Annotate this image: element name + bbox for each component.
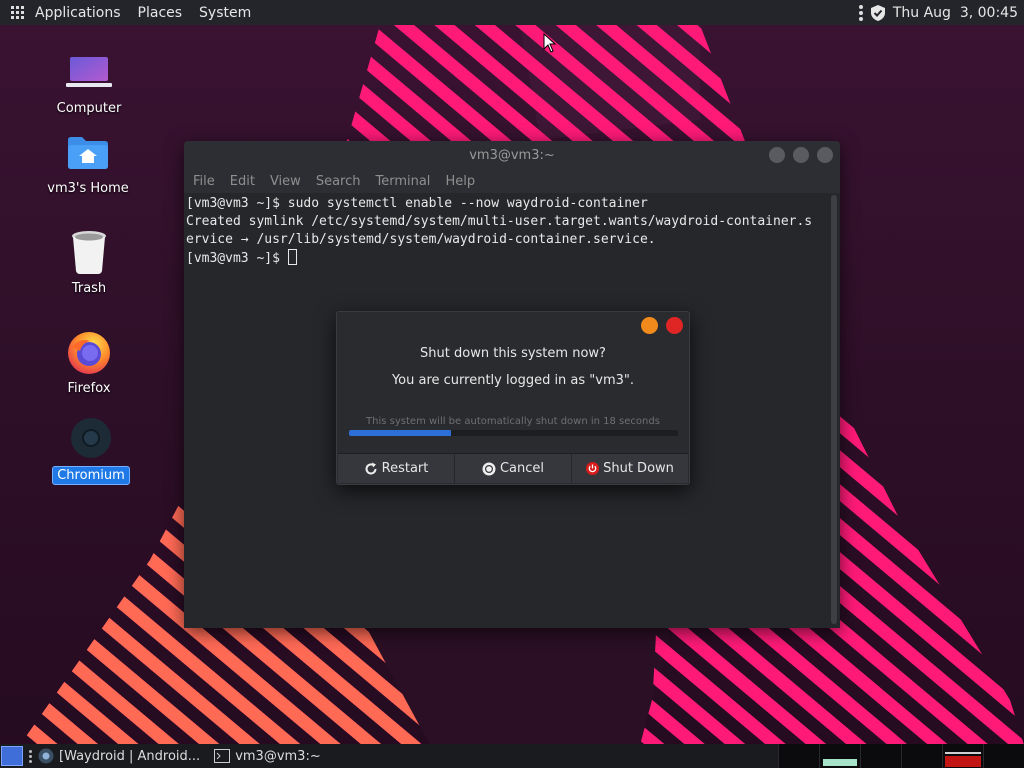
desktop-icon-label: Trash: [71, 281, 107, 296]
desktop-icon-label: Computer: [56, 101, 122, 116]
top-panel: Applications Places System Thu Aug 3, 00…: [0, 0, 1024, 25]
countdown-progress-fill: [349, 430, 451, 436]
workspace-5[interactable]: [942, 744, 983, 768]
applications-grid-icon[interactable]: [11, 5, 25, 20]
bottom-taskbar: [Waydroid | Android... vm3@vm3:~: [0, 744, 1024, 768]
menu-system[interactable]: System: [199, 5, 251, 21]
dialog-title: Shut down this system now?: [420, 346, 606, 361]
terminal-prompt-line: [vm3@vm3 ~]$: [186, 249, 826, 268]
close-button[interactable]: [817, 147, 833, 163]
maximize-button[interactable]: [793, 147, 809, 163]
terminal-scrollbar[interactable]: [831, 195, 837, 624]
menu-terminal[interactable]: Terminal: [375, 174, 430, 189]
desktop-icon-chromium[interactable]: Chromium: [36, 412, 146, 485]
firefox-icon: [68, 332, 110, 374]
countdown-progress-bar: [349, 430, 678, 436]
home-folder-icon: [68, 137, 108, 169]
restart-button[interactable]: Restart: [338, 454, 455, 483]
menu-applications[interactable]: Applications: [35, 5, 121, 21]
taskbar-task-label: [Waydroid | Android...: [59, 748, 201, 764]
terminal-icon: [214, 749, 231, 763]
mouse-pointer-icon: [543, 33, 557, 53]
desktop-icon-home[interactable]: vm3's Home: [33, 126, 143, 197]
menu-help[interactable]: Help: [445, 174, 475, 189]
chromium-icon: [71, 418, 111, 458]
taskbar-handle-icon: [29, 749, 32, 763]
workspace-3[interactable]: [860, 744, 901, 768]
chromium-icon: [38, 748, 54, 764]
taskbar-task-terminal[interactable]: vm3@vm3:~: [214, 749, 321, 764]
terminal-title: vm3@vm3:~: [469, 147, 555, 163]
dialog-minimize-button[interactable]: [641, 317, 658, 334]
shutdown-dialog: Shut down this system now? You are curre…: [336, 311, 690, 485]
taskbar-task-waydroid[interactable]: [Waydroid | Android...: [38, 748, 200, 764]
menu-places[interactable]: Places: [138, 5, 183, 21]
clock[interactable]: Thu Aug 3, 00:45: [893, 5, 1018, 21]
desktop-icon-computer[interactable]: Computer: [34, 46, 144, 117]
power-icon: [586, 462, 600, 475]
minimize-button[interactable]: [769, 147, 785, 163]
desktop-icon-trash[interactable]: Trash: [34, 226, 144, 297]
shield-check-icon[interactable]: [870, 4, 885, 21]
shutdown-label: Shut Down: [603, 461, 674, 476]
cancel-icon: [482, 462, 496, 476]
countdown-text: This system will be automatically shut d…: [366, 416, 660, 427]
workspace-6[interactable]: [983, 744, 1024, 768]
menu-file[interactable]: File: [193, 174, 215, 189]
menu-edit[interactable]: Edit: [230, 174, 255, 189]
menu-view[interactable]: View: [270, 174, 301, 189]
show-desktop-button[interactable]: [1, 746, 23, 766]
terminal-line: Created symlink /etc/systemd/system/mult…: [186, 214, 813, 229]
workspace-switcher: [778, 744, 1024, 768]
workspace-1[interactable]: [778, 744, 819, 768]
restart-label: Restart: [381, 461, 429, 476]
restart-icon: [364, 462, 378, 476]
menu-search[interactable]: Search: [316, 174, 361, 189]
terminal-cursor: [287, 249, 297, 265]
terminal-menubar: File Edit View Search Terminal Help: [184, 169, 840, 193]
cancel-button[interactable]: Cancel: [455, 454, 572, 483]
dialog-subtitle: You are currently logged in as "vm3".: [391, 373, 635, 388]
desktop-icon-label: vm3's Home: [47, 181, 129, 196]
trash-icon: [72, 231, 106, 274]
taskbar-task-label: vm3@vm3:~: [235, 748, 321, 764]
dialog-close-button[interactable]: [666, 317, 683, 334]
desktop-icon-label: Firefox: [67, 381, 111, 396]
shutdown-button[interactable]: Shut Down: [572, 454, 688, 483]
cancel-label: Cancel: [499, 461, 545, 476]
computer-icon: [66, 57, 112, 87]
terminal-line: [vm3@vm3 ~]$ sudo systemctl enable --now…: [186, 196, 648, 211]
workspace-2[interactable]: [819, 744, 860, 768]
workspace-4[interactable]: [901, 744, 942, 768]
terminal-titlebar[interactable]: vm3@vm3:~: [184, 141, 840, 169]
overflow-menu-icon[interactable]: [858, 4, 863, 21]
terminal-line: ervice → /usr/lib/systemd/system/waydroi…: [186, 232, 656, 247]
desktop-icon-label: Chromium: [52, 466, 130, 485]
desktop-icon-firefox[interactable]: Firefox: [34, 326, 144, 397]
terminal-prompt: [vm3@vm3 ~]$: [186, 251, 288, 266]
